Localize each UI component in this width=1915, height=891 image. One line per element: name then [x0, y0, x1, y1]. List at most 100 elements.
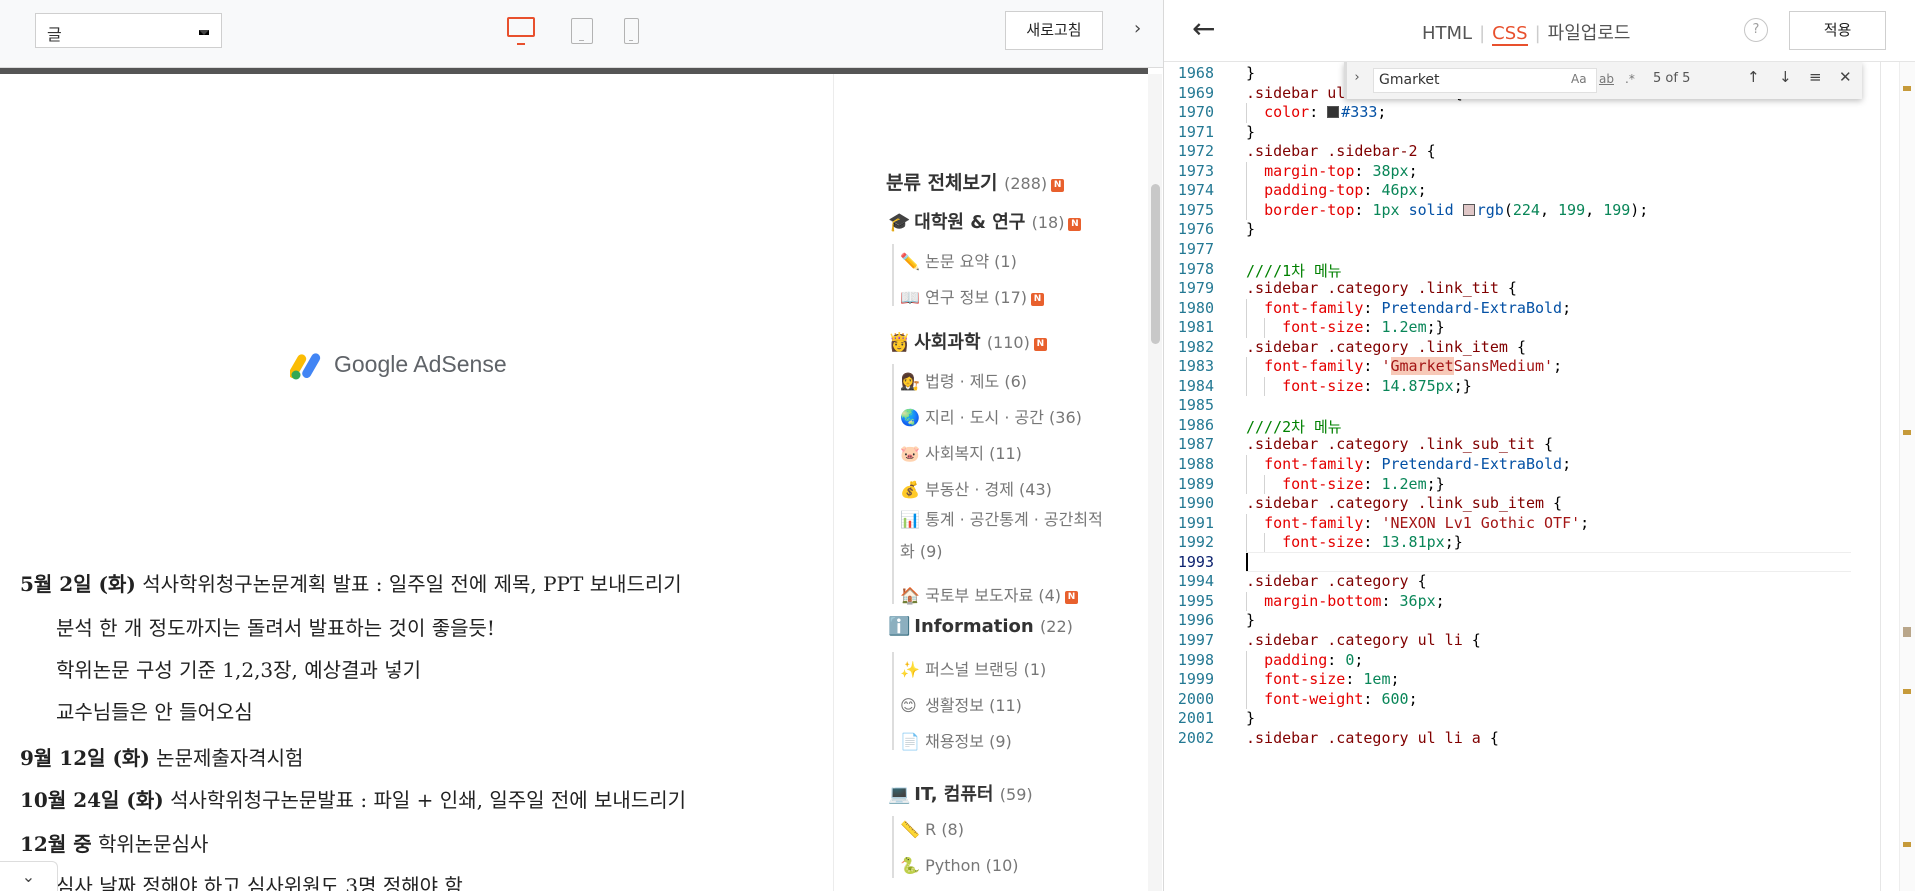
refresh-button[interactable]: 새로고침	[1005, 11, 1103, 50]
code-line[interactable]: }	[1246, 123, 1255, 141]
indent-guide	[1264, 533, 1265, 553]
next-match-icon[interactable]: ↓	[1779, 68, 1792, 86]
subcategory-count: (36)	[1049, 408, 1082, 427]
tablet-icon[interactable]	[571, 18, 593, 44]
code-token: SansMedium'	[1453, 357, 1554, 376]
find-input[interactable]: Gmarket	[1373, 68, 1597, 93]
view-select[interactable]: 글	[35, 13, 222, 48]
category-label: IT, 컴퓨터	[914, 784, 994, 805]
match-case-icon[interactable]: Aa	[1571, 72, 1587, 86]
preview-scrollbar[interactable]	[1148, 74, 1162, 891]
code-line[interactable]: font-family: 'GmarketSansMedium';	[1246, 357, 1562, 376]
code-line[interactable]: ////2차 메뉴	[1246, 416, 1342, 437]
category-group[interactable]: 💻 IT, 컴퓨터 (59)	[888, 780, 1033, 806]
code-line[interactable]: margin-top: 38px;	[1246, 162, 1418, 180]
code-line[interactable]: .sidebar .category ul li a {	[1246, 729, 1499, 747]
color-swatch-icon[interactable]	[1462, 203, 1475, 216]
mobile-icon[interactable]	[624, 18, 639, 44]
help-icon[interactable]: ?	[1744, 18, 1768, 42]
indent-guide	[1246, 161, 1247, 182]
previous-match-icon[interactable]: ↑	[1747, 68, 1760, 86]
overview-ruler[interactable]	[1899, 62, 1915, 891]
code-line[interactable]: padding: 0;	[1246, 651, 1363, 669]
code-line[interactable]: font-size: 1.2em;}	[1246, 475, 1445, 493]
category-all[interactable]: 분류 전체보기 (288) N	[886, 168, 1065, 195]
code-token: Pretendard-ExtraBold	[1381, 298, 1563, 317]
code-line[interactable]: .sidebar .category .link_sub_item {	[1246, 494, 1562, 512]
subcategory-item[interactable]: 📄 채용정보 (9)	[900, 728, 1012, 752]
code-line[interactable]: font-family: Pretendard-ExtraBold;	[1246, 299, 1571, 317]
code-line[interactable]: }	[1246, 611, 1255, 629]
subcategory-item[interactable]: 📖 연구 정보 (17) N	[900, 284, 1044, 308]
tab-html[interactable]: HTML	[1422, 23, 1472, 44]
code-line[interactable]: ////1차 메뉴	[1246, 260, 1342, 281]
subcategory-emoji-icon: 👩‍⚖️	[900, 372, 920, 391]
code-token: }	[1246, 709, 1256, 728]
subcategory-item[interactable]: ✏️ 논문 요약 (1)	[900, 248, 1017, 272]
subcategory-label: R	[925, 820, 937, 839]
code-line[interactable]: font-size: 13.81px;}	[1246, 533, 1463, 551]
category-count: (110)	[986, 333, 1030, 352]
code-line[interactable]: .sidebar .sidebar-2 {	[1246, 142, 1436, 160]
subcategory-count: (11)	[989, 444, 1022, 463]
code-line[interactable]: .sidebar .category ul li {	[1246, 631, 1481, 649]
code-token: font-family	[1264, 357, 1364, 376]
find-in-selection-icon[interactable]: ≡	[1809, 68, 1822, 86]
tab-css[interactable]: CSS	[1492, 23, 1528, 46]
subcategory-item[interactable]: 👩‍⚖️ 법령 · 제도 (6)	[900, 368, 1027, 392]
post-line: 학위논문 구성 기준 1,2,3장, 예상결과 넣기	[56, 654, 421, 683]
tab-file-upload[interactable]: 파일업로드	[1548, 23, 1631, 44]
tab-separator: |	[1479, 23, 1486, 44]
subcategory-item[interactable]: 🏠 국토부 보도자료 (4) N	[900, 582, 1078, 606]
close-icon[interactable]: ✕	[1839, 68, 1852, 86]
code-line[interactable]: font-family: Pretendard-ExtraBold;	[1246, 455, 1571, 473]
line-number: 1970	[1177, 103, 1214, 122]
code-line[interactable]: font-family: 'NEXON Lv1 Gothic OTF';	[1246, 514, 1589, 532]
back-arrow-icon[interactable]: ←	[1192, 12, 1215, 45]
subcategory-count: (43)	[1019, 480, 1052, 499]
code-line[interactable]: border-top: 1px solid rgb(224, 199, 199)…	[1246, 201, 1648, 219]
code-line[interactable]: margin-bottom: 36px;	[1246, 592, 1445, 610]
subcategory-item[interactable]: 💰 부동산 · 경제 (43)	[900, 476, 1052, 500]
line-number: 1972	[1177, 142, 1214, 161]
toggle-replace-icon[interactable]: ›	[1353, 70, 1361, 85]
code-token: ;	[1354, 650, 1364, 669]
apply-button[interactable]: 적용	[1789, 11, 1886, 50]
code-line[interactable]: font-weight: 600;	[1246, 690, 1418, 708]
code-token: margin-top	[1264, 161, 1355, 180]
desktop-icon[interactable]	[507, 17, 535, 45]
subcategory-item[interactable]: 🐷 사회복지 (11)	[900, 440, 1022, 464]
code-line[interactable]: }	[1246, 64, 1255, 82]
whole-word-icon[interactable]: ab	[1599, 72, 1614, 86]
category-group[interactable]: 👸 사회과학 (110) N	[888, 328, 1047, 354]
code-line[interactable]: .sidebar .category .link_tit {	[1246, 279, 1517, 297]
code-line[interactable]: font-size: 1.2em;}	[1246, 318, 1445, 336]
code-line[interactable]: .sidebar .category .link_item {	[1246, 338, 1526, 356]
chevron-right-icon[interactable]: ›	[1134, 18, 1141, 39]
subcategory-item[interactable]: ✨ 퍼스널 브랜딩 (1)	[900, 656, 1046, 680]
color-swatch-icon[interactable]	[1327, 106, 1340, 119]
code-line[interactable]: padding-top: 46px;	[1246, 181, 1427, 199]
subcategory-item[interactable]: 📊 통계 · 공간통계 · 공간최적 화 (9)	[900, 504, 1103, 568]
code-line[interactable]: font-size: 1em;	[1246, 670, 1399, 688]
category-group[interactable]: 🎓 대학원 & 연구 (18) N	[888, 208, 1082, 234]
code-line[interactable]: font-size: 14.875px;}	[1246, 377, 1472, 395]
preview-scrollbar-thumb[interactable]	[1151, 184, 1160, 344]
subcategory-item[interactable]: 📏 R (8)	[900, 820, 964, 839]
line-number: 2002	[1177, 728, 1214, 747]
code-line[interactable]: }	[1246, 220, 1255, 238]
subcategory-item[interactable]: 🐍 Python (10)	[900, 856, 1019, 875]
code-line[interactable]: color: #333;	[1246, 103, 1386, 121]
code-token: }	[1246, 64, 1256, 82]
subcategory-item[interactable]: 😊 생활정보 (11)	[900, 692, 1022, 716]
regex-icon[interactable]: .*	[1625, 72, 1635, 86]
code-line[interactable]: .sidebar .category {	[1246, 572, 1427, 590]
code-line[interactable]: .sidebar .category .link_sub_tit {	[1246, 435, 1553, 453]
category-group[interactable]: ℹ️ Information (22)	[888, 616, 1073, 637]
subcategory-item[interactable]: 🌏 지리 · 도시 · 공간 (36)	[900, 404, 1082, 428]
code-line[interactable]: }	[1246, 709, 1255, 727]
collapse-icon[interactable]: ⌄	[0, 861, 58, 891]
code-editor[interactable]: 1968 1969 1970 1971 1972 1973 1974 1975 1976 1977…	[1164, 62, 1915, 891]
